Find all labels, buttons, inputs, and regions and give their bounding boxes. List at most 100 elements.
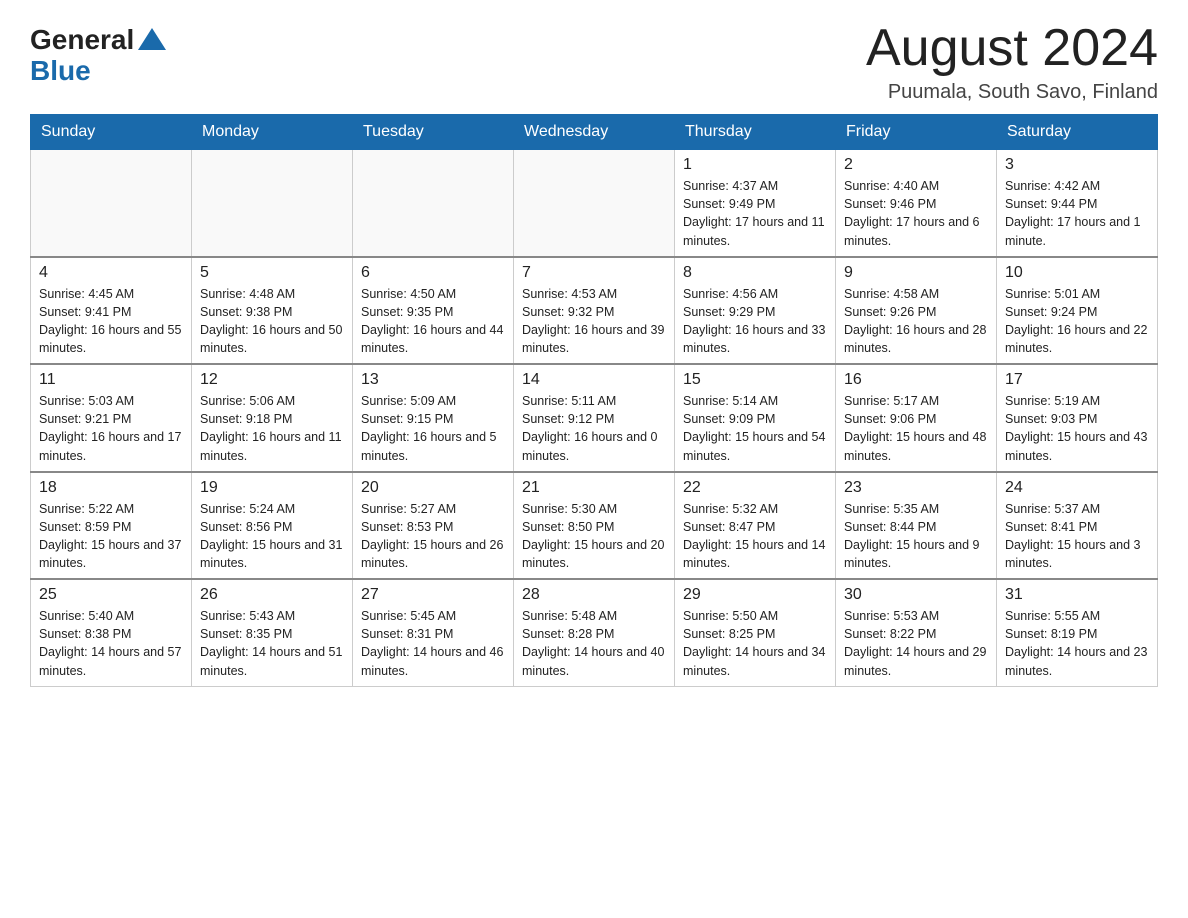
day-info: Sunrise: 4:48 AM Sunset: 9:38 PM Dayligh… [200,285,344,358]
calendar-header-row: SundayMondayTuesdayWednesdayThursdayFrid… [31,115,1158,150]
page-subtitle: Puumala, South Savo, Finland [866,81,1158,104]
calendar-cell: 3Sunrise: 4:42 AM Sunset: 9:44 PM Daylig… [997,150,1158,257]
calendar-cell: 24 Sunrise: 5:37 AM Sunset: 8:41 PM Dayli… [997,472,1158,580]
page-header: General Blue August 2024 Puumala, South … [30,20,1158,104]
calendar-cell: 16Sunrise: 5:17 AM Sunset: 9:06 PM Dayli… [836,364,997,472]
day-info: Sunrise: 5:50 AM Sunset: 8:25 PM Dayligh… [683,607,827,680]
day-info: Sunrise: 5:03 AM Sunset: 9:21 PM Dayligh… [39,392,183,465]
day-info: Sunrise: 4:56 AM Sunset: 9:29 PM Dayligh… [683,285,827,358]
calendar-cell: 18Sunrise: 5:22 AM Sunset: 8:59 PM Dayli… [31,472,192,580]
weekday-header-saturday: Saturday [997,115,1158,150]
day-number: 27 [361,586,505,604]
day-number: 16 [844,371,988,389]
day-info: Sunrise: 5:19 AM Sunset: 9:03 PM Dayligh… [1005,392,1149,465]
day-number: 28 [522,586,666,604]
weekday-header-monday: Monday [192,115,353,150]
calendar-week-row: 25Sunrise: 5:40 AM Sunset: 8:38 PM Dayli… [31,579,1158,686]
day-number: 12 [200,371,344,389]
page-title: August 2024 [866,20,1158,77]
day-number: 18 [39,479,183,497]
title-block: August 2024 Puumala, South Savo, Finland [866,20,1158,104]
calendar-cell: 29Sunrise: 5:50 AM Sunset: 8:25 PM Dayli… [675,579,836,686]
logo-general-label: General [30,25,134,56]
calendar-cell: 10 Sunrise: 5:01 AM Sunset: 9:24 PM Dayli… [997,257,1158,365]
calendar-cell: 13 Sunrise: 5:09 AM Sunset: 9:15 PM Dayli… [353,364,514,472]
calendar-cell: 17 Sunrise: 5:19 AM Sunset: 9:03 PM Dayli… [997,364,1158,472]
day-info: Sunrise: 5:55 AM Sunset: 8:19 PM Dayligh… [1005,607,1149,680]
day-number: 7 [522,264,666,282]
calendar-cell: 9 Sunrise: 4:58 AM Sunset: 9:26 PM Daylig… [836,257,997,365]
day-info: Sunrise: 5:11 AM Sunset: 9:12 PM Dayligh… [522,392,666,465]
calendar-cell: 19Sunrise: 5:24 AM Sunset: 8:56 PM Dayli… [192,472,353,580]
calendar-week-row: 11Sunrise: 5:03 AM Sunset: 9:21 PM Dayli… [31,364,1158,472]
day-info: Sunrise: 4:50 AM Sunset: 9:35 PM Dayligh… [361,285,505,358]
day-number: 30 [844,586,988,604]
day-info: Sunrise: 5:37 AM Sunset: 8:41 PM Dayligh… [1005,500,1149,573]
calendar-cell: 7 Sunrise: 4:53 AM Sunset: 9:32 PM Daylig… [514,257,675,365]
weekday-header-wednesday: Wednesday [514,115,675,150]
day-info: Sunrise: 4:53 AM Sunset: 9:32 PM Dayligh… [522,285,666,358]
calendar-cell: 21 Sunrise: 5:30 AM Sunset: 8:50 PM Dayli… [514,472,675,580]
weekday-header-tuesday: Tuesday [353,115,514,150]
day-info: Sunrise: 5:40 AM Sunset: 8:38 PM Dayligh… [39,607,183,680]
calendar-cell: 25Sunrise: 5:40 AM Sunset: 8:38 PM Dayli… [31,579,192,686]
day-number: 10 [1005,264,1149,282]
calendar-week-row: 4 Sunrise: 4:45 AM Sunset: 9:41 PM Daylig… [31,257,1158,365]
calendar-cell: 23 Sunrise: 5:35 AM Sunset: 8:44 PM Dayli… [836,472,997,580]
day-info: Sunrise: 5:45 AM Sunset: 8:31 PM Dayligh… [361,607,505,680]
day-number: 31 [1005,586,1149,604]
calendar-cell: 26Sunrise: 5:43 AM Sunset: 8:35 PM Dayli… [192,579,353,686]
logo-general-text: General [30,25,166,56]
day-number: 24 [1005,479,1149,497]
logo: General Blue [30,25,166,87]
weekday-header-thursday: Thursday [675,115,836,150]
day-number: 15 [683,371,827,389]
calendar-cell: 15 Sunrise: 5:14 AM Sunset: 9:09 PM Dayli… [675,364,836,472]
calendar-cell: 28Sunrise: 5:48 AM Sunset: 8:28 PM Dayli… [514,579,675,686]
day-info: Sunrise: 4:40 AM Sunset: 9:46 PM Dayligh… [844,177,988,250]
day-number: 21 [522,479,666,497]
calendar-cell: 6 Sunrise: 4:50 AM Sunset: 9:35 PM Daylig… [353,257,514,365]
day-info: Sunrise: 5:09 AM Sunset: 9:15 PM Dayligh… [361,392,505,465]
day-info: Sunrise: 5:32 AM Sunset: 8:47 PM Dayligh… [683,500,827,573]
day-number: 13 [361,371,505,389]
day-info: Sunrise: 4:42 AM Sunset: 9:44 PM Dayligh… [1005,177,1149,250]
day-info: Sunrise: 5:43 AM Sunset: 8:35 PM Dayligh… [200,607,344,680]
day-info: Sunrise: 5:14 AM Sunset: 9:09 PM Dayligh… [683,392,827,465]
calendar-cell [353,150,514,257]
day-number: 9 [844,264,988,282]
day-number: 23 [844,479,988,497]
calendar-cell: 4 Sunrise: 4:45 AM Sunset: 9:41 PM Daylig… [31,257,192,365]
calendar-cell: 8 Sunrise: 4:56 AM Sunset: 9:29 PM Daylig… [675,257,836,365]
day-info: Sunrise: 5:35 AM Sunset: 8:44 PM Dayligh… [844,500,988,573]
weekday-header-sunday: Sunday [31,115,192,150]
day-info: Sunrise: 5:27 AM Sunset: 8:53 PM Dayligh… [361,500,505,573]
calendar-cell: 22 Sunrise: 5:32 AM Sunset: 8:47 PM Dayli… [675,472,836,580]
day-number: 6 [361,264,505,282]
calendar-cell: 20 Sunrise: 5:27 AM Sunset: 8:53 PM Dayli… [353,472,514,580]
day-info: Sunrise: 5:06 AM Sunset: 9:18 PM Dayligh… [200,392,344,465]
day-info: Sunrise: 5:01 AM Sunset: 9:24 PM Dayligh… [1005,285,1149,358]
day-number: 20 [361,479,505,497]
day-info: Sunrise: 5:30 AM Sunset: 8:50 PM Dayligh… [522,500,666,573]
calendar-cell: 5Sunrise: 4:48 AM Sunset: 9:38 PM Daylig… [192,257,353,365]
calendar-cell: 31 Sunrise: 5:55 AM Sunset: 8:19 PM Dayli… [997,579,1158,686]
calendar-cell: 14Sunrise: 5:11 AM Sunset: 9:12 PM Dayli… [514,364,675,472]
day-number: 8 [683,264,827,282]
calendar-cell: 27 Sunrise: 5:45 AM Sunset: 8:31 PM Dayli… [353,579,514,686]
day-number: 1 [683,156,827,174]
day-number: 22 [683,479,827,497]
day-number: 19 [200,479,344,497]
day-number: 17 [1005,371,1149,389]
day-info: Sunrise: 5:53 AM Sunset: 8:22 PM Dayligh… [844,607,988,680]
calendar-cell: 30 Sunrise: 5:53 AM Sunset: 8:22 PM Dayli… [836,579,997,686]
logo-blue-label: Blue [30,56,166,87]
calendar-cell [192,150,353,257]
calendar-week-row: 18Sunrise: 5:22 AM Sunset: 8:59 PM Dayli… [31,472,1158,580]
calendar-cell [514,150,675,257]
day-info: Sunrise: 4:58 AM Sunset: 9:26 PM Dayligh… [844,285,988,358]
day-info: Sunrise: 4:45 AM Sunset: 9:41 PM Dayligh… [39,285,183,358]
calendar-table: SundayMondayTuesdayWednesdayThursdayFrid… [30,114,1158,687]
day-number: 4 [39,264,183,282]
calendar-cell: 2Sunrise: 4:40 AM Sunset: 9:46 PM Daylig… [836,150,997,257]
